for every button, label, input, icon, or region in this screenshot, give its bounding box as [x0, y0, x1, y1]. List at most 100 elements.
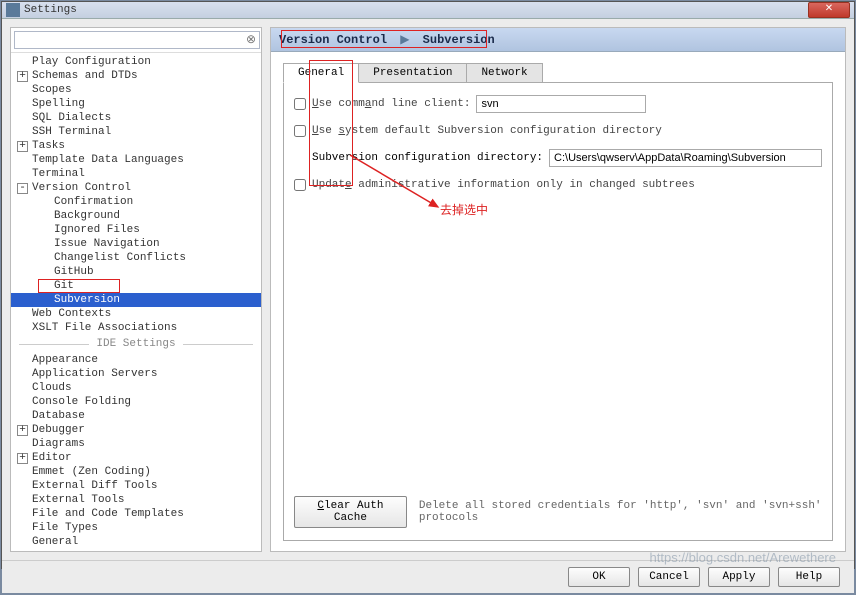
- tree-item-issue-navigation[interactable]: Issue Navigation: [11, 237, 261, 251]
- window-close-button[interactable]: ✕: [808, 2, 850, 18]
- tree-item-label: SQL Dialects: [32, 112, 111, 124]
- use-cli-label: Use command line client:: [312, 98, 470, 110]
- tree-item-label: File Types: [32, 522, 98, 534]
- tree-item-github[interactable]: GitHub: [11, 265, 261, 279]
- tree-item-label: Database: [32, 410, 85, 422]
- tree-expander-icon[interactable]: +: [17, 141, 28, 152]
- tree-expander-icon[interactable]: +: [17, 453, 28, 464]
- tree-item-file-and-code-templates[interactable]: File and Code Templates: [11, 507, 261, 521]
- tree-item-label: Application Servers: [32, 368, 157, 380]
- tree-item-label: Scopes: [32, 84, 72, 96]
- tree-item-label: Console Folding: [32, 396, 131, 408]
- app-icon: [6, 3, 20, 17]
- tree-item-ignored-files[interactable]: Ignored Files: [11, 223, 261, 237]
- tree-expander-icon[interactable]: +: [17, 71, 28, 82]
- tree-item-changelist-conflicts[interactable]: Changelist Conflicts: [11, 251, 261, 265]
- cancel-button[interactable]: Cancel: [638, 567, 700, 587]
- tree-item-clouds[interactable]: Clouds: [11, 381, 261, 395]
- tree-item-general[interactable]: General: [11, 535, 261, 549]
- apply-button[interactable]: Apply: [708, 567, 770, 587]
- tree-item-label: Terminal: [32, 168, 85, 180]
- tree-item-background[interactable]: Background: [11, 209, 261, 223]
- help-button[interactable]: Help: [778, 567, 840, 587]
- tree-expander-icon[interactable]: -: [17, 183, 28, 194]
- config-dir-label: Subversion configuration directory:: [312, 152, 543, 164]
- tree-expander-icon[interactable]: +: [17, 425, 28, 436]
- tree-item-debugger[interactable]: + Debugger: [11, 423, 261, 437]
- breadcrumb-b: Subversion: [423, 33, 495, 47]
- tree-item-subversion[interactable]: Subversion: [11, 293, 261, 307]
- tree-item-label: Git: [54, 280, 74, 292]
- tree-item-ssh-terminal[interactable]: SSH Terminal: [11, 125, 261, 139]
- tree-item-diagrams[interactable]: Diagrams: [11, 437, 261, 451]
- search-clear-icon[interactable]: ⊗: [244, 31, 258, 49]
- tree-item-label: Issue Navigation: [54, 238, 160, 250]
- tree-item-label: Subversion: [54, 294, 120, 306]
- tree-item-label: General: [32, 536, 78, 548]
- tree-item-editor[interactable]: + Editor: [11, 451, 261, 465]
- tabs-bar: GeneralPresentationNetwork: [283, 62, 833, 82]
- tree-item-label: Changelist Conflicts: [54, 252, 186, 264]
- ok-button[interactable]: OK: [568, 567, 630, 587]
- settings-tree[interactable]: Play Configuration + Schemas and DTDs Scope…: [11, 53, 261, 551]
- tree-item-appearance[interactable]: Appearance: [11, 353, 261, 367]
- tree-item-database[interactable]: Database: [11, 409, 261, 423]
- update-admin-checkbox[interactable]: [294, 179, 306, 191]
- tree-item-label: Emmet (Zen Coding): [32, 466, 151, 478]
- tree-item-label: Editor: [32, 452, 72, 464]
- tree-item-tasks[interactable]: + Tasks: [11, 139, 261, 153]
- window-title: Settings: [24, 4, 808, 16]
- settings-window: Settings ✕ ⊗ Play Configuration + Schemas …: [1, 1, 855, 569]
- tree-item-label: Tasks: [32, 140, 65, 152]
- tree-item-label: Clouds: [32, 382, 72, 394]
- clear-auth-cache-button[interactable]: Clear Auth Cache: [294, 496, 407, 528]
- tree-item-application-servers[interactable]: Application Servers: [11, 367, 261, 381]
- use-default-dir-checkbox[interactable]: [294, 125, 306, 137]
- tree-item-label: Template Data Languages: [32, 154, 184, 166]
- tab-network[interactable]: Network: [466, 63, 542, 83]
- tree-item-label: SSH Terminal: [32, 126, 111, 138]
- footer-bar: OK Cancel Apply Help: [2, 560, 854, 593]
- tree-item-label: Play Configuration: [32, 56, 151, 68]
- breadcrumb-sep-icon: ▶: [400, 33, 409, 47]
- tree-item-play-configuration[interactable]: Play Configuration: [11, 55, 261, 69]
- tree-item-external-tools[interactable]: External Tools: [11, 493, 261, 507]
- tree-item-file-types[interactable]: File Types: [11, 521, 261, 535]
- search-input[interactable]: [14, 31, 260, 49]
- tree-item-template-data-languages[interactable]: Template Data Languages: [11, 153, 261, 167]
- tree-item-console-folding[interactable]: Console Folding: [11, 395, 261, 409]
- tree-item-external-diff-tools[interactable]: External Diff Tools: [11, 479, 261, 493]
- tree-item-terminal[interactable]: Terminal: [11, 167, 261, 181]
- tree-item-confirmation[interactable]: Confirmation: [11, 195, 261, 209]
- config-dir-input[interactable]: [549, 149, 822, 167]
- tree-item-web-contexts[interactable]: Web Contexts: [11, 307, 261, 321]
- tree-item-xslt-file-associations[interactable]: XSLT File Associations: [11, 321, 261, 335]
- tree-item-label: Debugger: [32, 424, 85, 436]
- tree-item-label: Schemas and DTDs: [32, 70, 138, 82]
- tree-item-spelling[interactable]: Spelling: [11, 97, 261, 111]
- update-admin-label: Update administrative information only i…: [312, 179, 695, 191]
- tree-item-label: Version Control: [32, 182, 131, 194]
- tree-item-scopes[interactable]: Scopes: [11, 83, 261, 97]
- tab-general[interactable]: General: [283, 63, 359, 83]
- clear-auth-hint: Delete all stored credentials for 'http'…: [419, 500, 822, 524]
- titlebar: Settings ✕: [2, 2, 854, 19]
- tab-presentation[interactable]: Presentation: [358, 63, 467, 83]
- tree-item-schemas-and-dtds[interactable]: + Schemas and DTDs: [11, 69, 261, 83]
- tree-item-label: GitHub: [54, 266, 94, 278]
- use-cli-checkbox[interactable]: [294, 98, 306, 110]
- left-panel: ⊗ Play Configuration + Schemas and DTDs Sco…: [10, 27, 262, 552]
- tree-item-label: XSLT File Associations: [32, 322, 177, 334]
- breadcrumb: Version Control ▶ Subversion: [271, 28, 845, 52]
- tree-item-emmet-zen-coding-[interactable]: Emmet (Zen Coding): [11, 465, 261, 479]
- cli-path-input[interactable]: [476, 95, 646, 113]
- tree-item-label: Appearance: [32, 354, 98, 366]
- tree-item-git[interactable]: Git: [11, 279, 261, 293]
- tree-item-label: Web Contexts: [32, 308, 111, 320]
- tree-item-label: Spelling: [32, 98, 85, 110]
- tree-item-label: External Diff Tools: [32, 480, 157, 492]
- breadcrumb-a[interactable]: Version Control: [279, 33, 387, 47]
- tab-general-content: Use command line client: Use system defa…: [283, 82, 833, 541]
- tree-item-version-control[interactable]: -Version Control: [11, 181, 261, 195]
- tree-item-sql-dialects[interactable]: SQL Dialects: [11, 111, 261, 125]
